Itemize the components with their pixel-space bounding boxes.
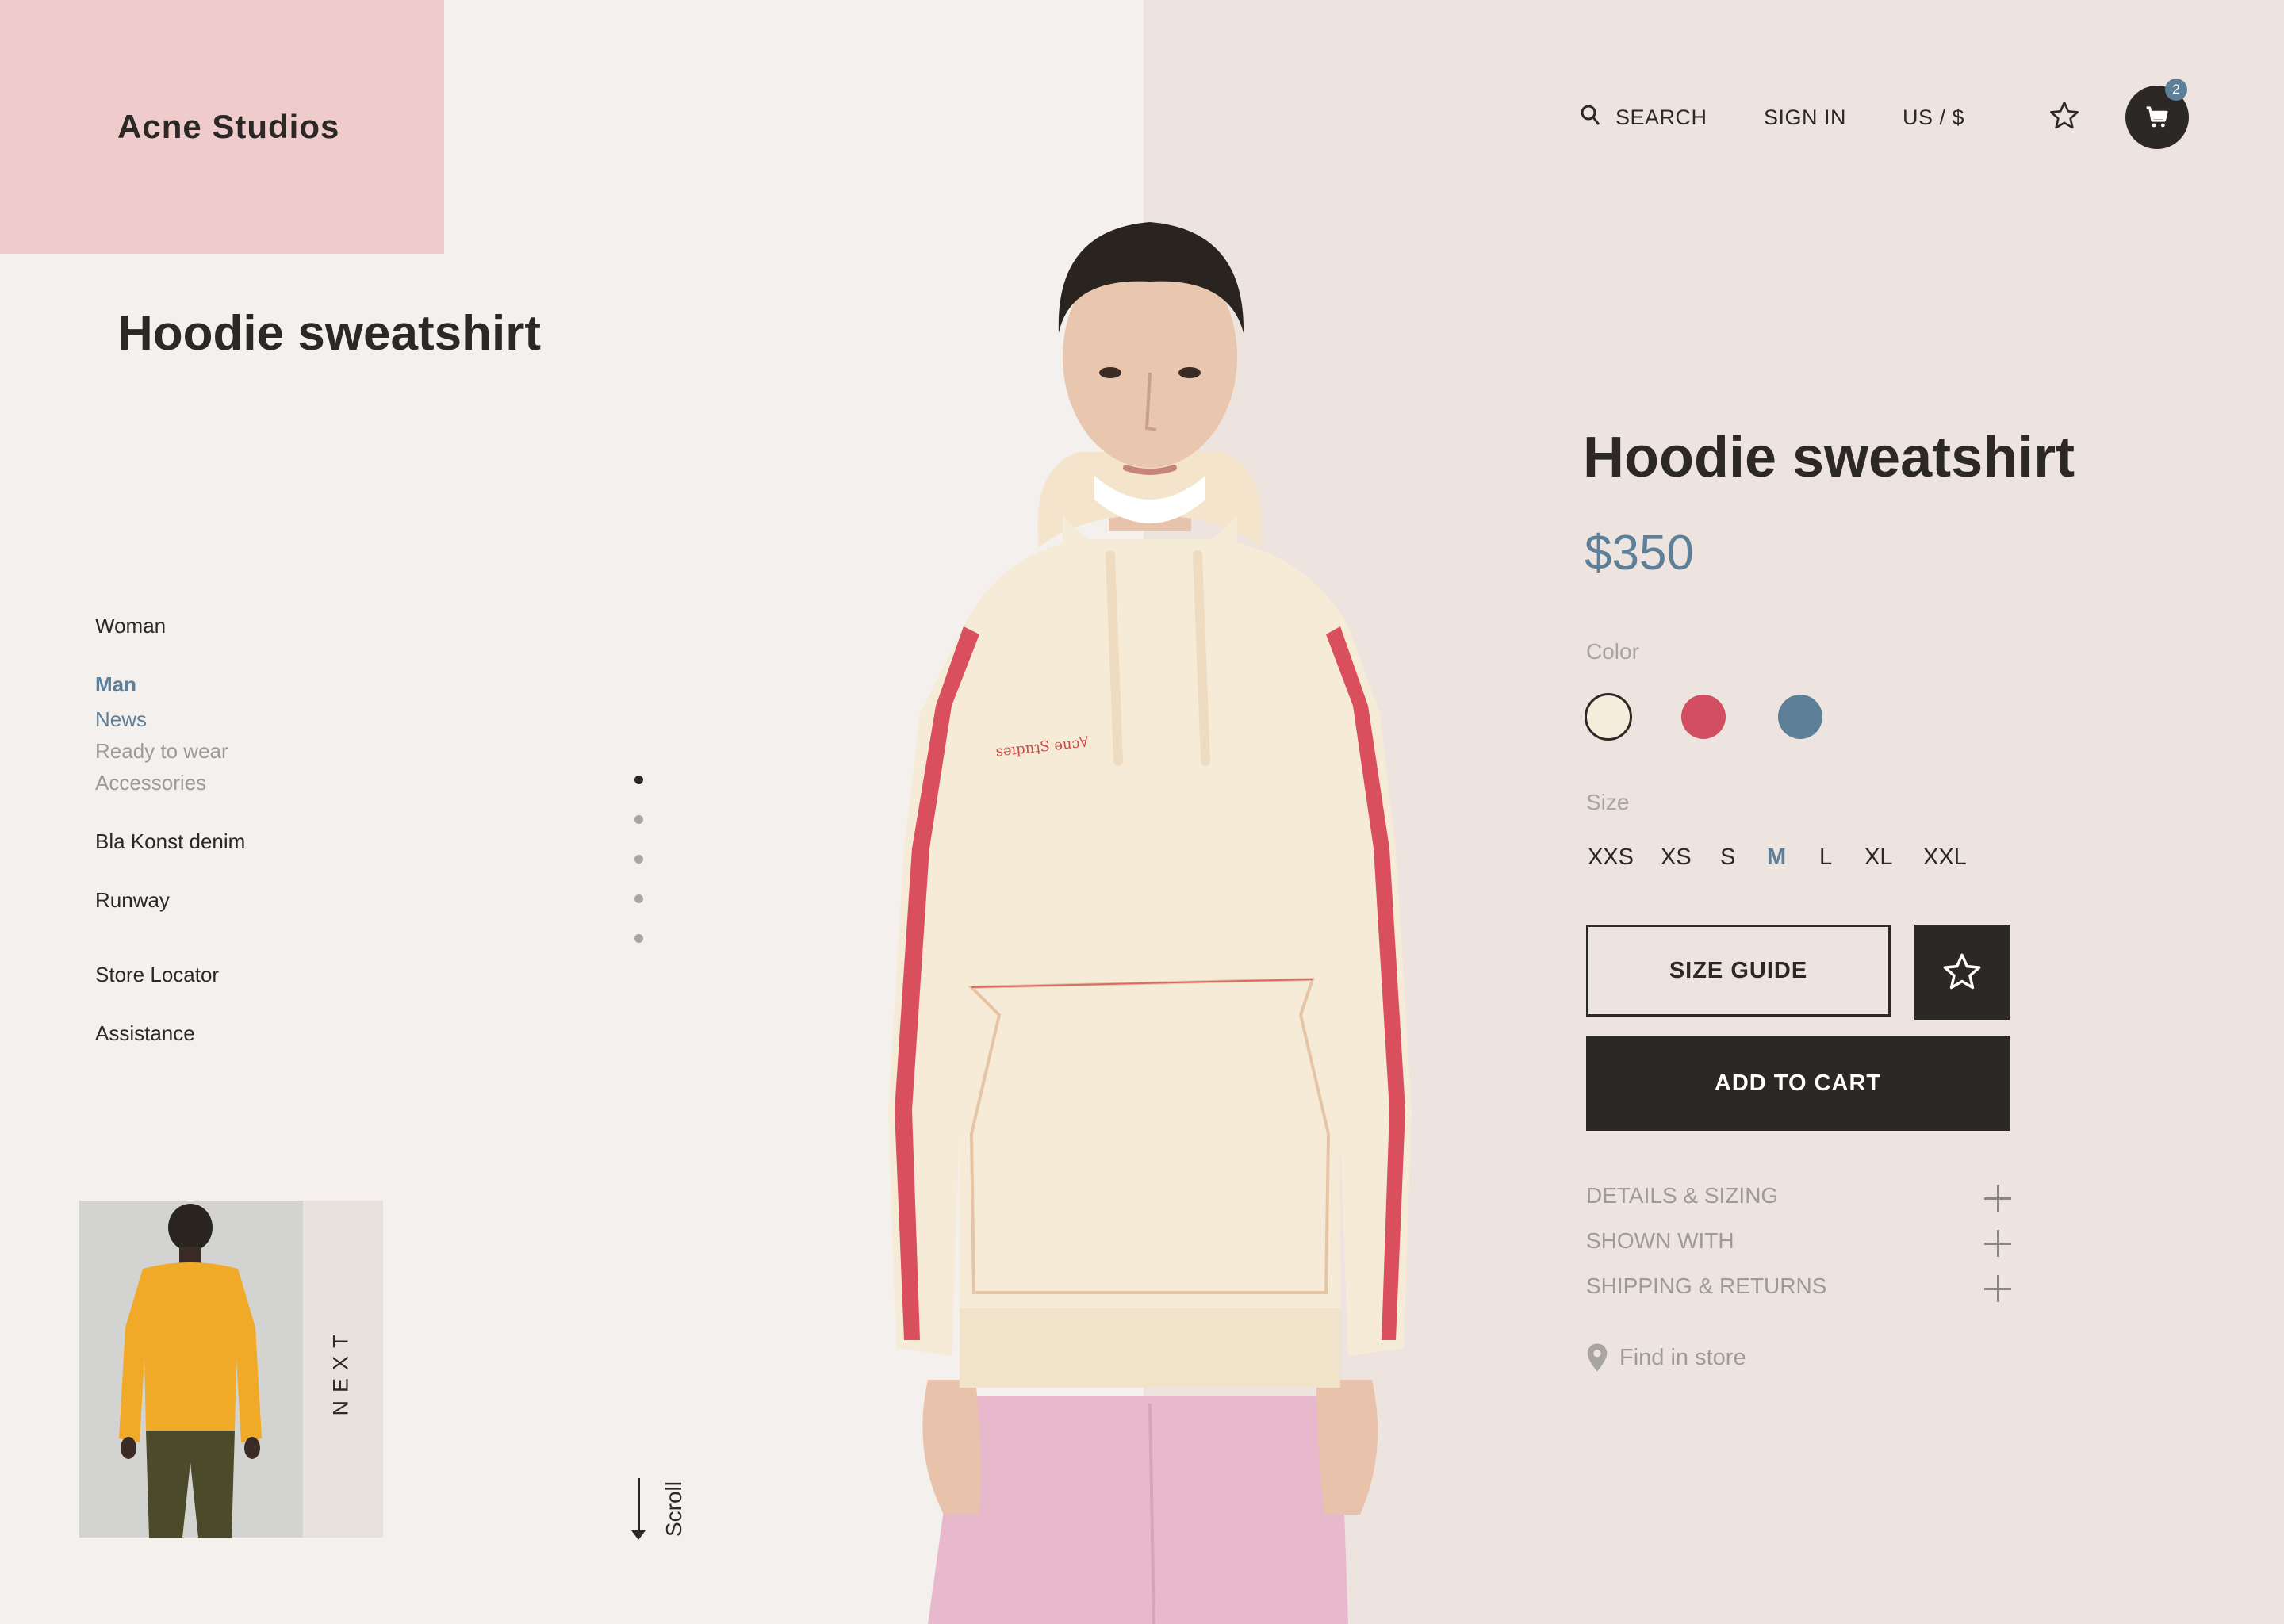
search-icon[interactable] bbox=[1580, 104, 1600, 132]
color-label: Color bbox=[1586, 639, 1639, 664]
scroll-label: Scroll bbox=[661, 1481, 686, 1538]
product-title: Hoodie sweatshirt bbox=[1583, 426, 2075, 489]
next-product-image[interactable] bbox=[79, 1201, 303, 1538]
accordion-label: SHIPPING & RETURNS bbox=[1586, 1274, 1827, 1298]
pager-dot-2[interactable] bbox=[634, 815, 643, 824]
next-button[interactable]: NEXT bbox=[303, 1201, 383, 1538]
nav-man-accessories[interactable]: Accessories bbox=[95, 771, 206, 795]
product-model-image: sǝıpnʇS ǝuɔ∀ bbox=[888, 222, 1412, 1624]
pager-dot-3[interactable] bbox=[634, 855, 643, 864]
search-link[interactable]: SEARCH bbox=[1615, 105, 1707, 130]
wishlist-icon[interactable] bbox=[2048, 100, 2080, 136]
scroll-arrow-icon bbox=[631, 1530, 646, 1540]
brand-logo[interactable]: Acne Studios bbox=[117, 108, 339, 146]
accordion-shown-with[interactable]: SHOWN WITH bbox=[1586, 1228, 2011, 1260]
size-option-xxl[interactable]: XXL bbox=[1923, 845, 1967, 871]
size-option-xs[interactable]: XS bbox=[1661, 845, 1692, 871]
pager-dot-4[interactable] bbox=[634, 894, 643, 903]
accordion-label: DETAILS & SIZING bbox=[1586, 1183, 1779, 1208]
size-option-xxs[interactable]: XXS bbox=[1588, 845, 1634, 871]
nav-man-news[interactable]: News bbox=[95, 707, 147, 732]
next-label: NEXT bbox=[328, 1327, 353, 1416]
next-product-card[interactable]: NEXT bbox=[79, 1201, 383, 1538]
star-icon bbox=[1943, 953, 1981, 990]
plus-icon bbox=[1984, 1230, 2011, 1257]
nav-man[interactable]: Man bbox=[95, 672, 136, 697]
accordion-shipping-returns[interactable]: SHIPPING & RETURNS bbox=[1586, 1274, 2011, 1305]
cart-count-badge: 2 bbox=[2165, 79, 2187, 101]
size-option-l[interactable]: L bbox=[1819, 845, 1832, 871]
nav-runway[interactable]: Runway bbox=[95, 888, 170, 913]
size-option-s[interactable]: S bbox=[1720, 845, 1735, 871]
size-guide-button[interactable]: SIZE GUIDE bbox=[1586, 925, 1891, 1017]
nav-store-locator[interactable]: Store Locator bbox=[95, 963, 219, 987]
accordion-details-sizing[interactable]: DETAILS & SIZING bbox=[1586, 1183, 2011, 1215]
nav-woman[interactable]: Woman bbox=[95, 614, 166, 638]
plus-icon bbox=[1984, 1185, 2011, 1212]
scroll-line bbox=[638, 1478, 640, 1537]
left-product-title: Hoodie sweatshirt bbox=[117, 306, 541, 361]
currency-selector[interactable]: US / $ bbox=[1903, 105, 1964, 130]
color-swatch-blue[interactable] bbox=[1778, 695, 1822, 739]
add-to-cart-button[interactable]: ADD TO CART bbox=[1586, 1036, 2010, 1131]
size-option-xl[interactable]: XL bbox=[1864, 845, 1892, 871]
sign-in-link[interactable]: SIGN IN bbox=[1764, 105, 1846, 130]
nav-bla-konst-denim[interactable]: Bla Konst denim bbox=[95, 829, 245, 854]
plus-icon bbox=[1984, 1275, 2011, 1302]
pager-dot-1[interactable] bbox=[634, 776, 643, 784]
accordion-label: SHOWN WITH bbox=[1586, 1228, 1734, 1253]
map-pin-icon bbox=[1587, 1343, 1608, 1372]
cart-icon bbox=[2146, 106, 2168, 128]
find-in-store-label: Find in store bbox=[1619, 1344, 1746, 1370]
pager-dot-5[interactable] bbox=[634, 934, 643, 943]
color-swatch-cream[interactable] bbox=[1585, 693, 1632, 741]
nav-assistance[interactable]: Assistance bbox=[95, 1021, 195, 1046]
product-price: $350 bbox=[1585, 526, 1694, 580]
nav-man-ready-to-wear[interactable]: Ready to wear bbox=[95, 739, 228, 764]
size-label: Size bbox=[1586, 790, 1630, 814]
find-in-store-link[interactable]: Find in store bbox=[1586, 1342, 1746, 1373]
next-model-illustration bbox=[79, 1201, 303, 1538]
add-to-wishlist-button[interactable] bbox=[1914, 925, 2010, 1020]
color-swatch-red[interactable] bbox=[1681, 695, 1726, 739]
size-option-m[interactable]: M bbox=[1767, 845, 1786, 871]
